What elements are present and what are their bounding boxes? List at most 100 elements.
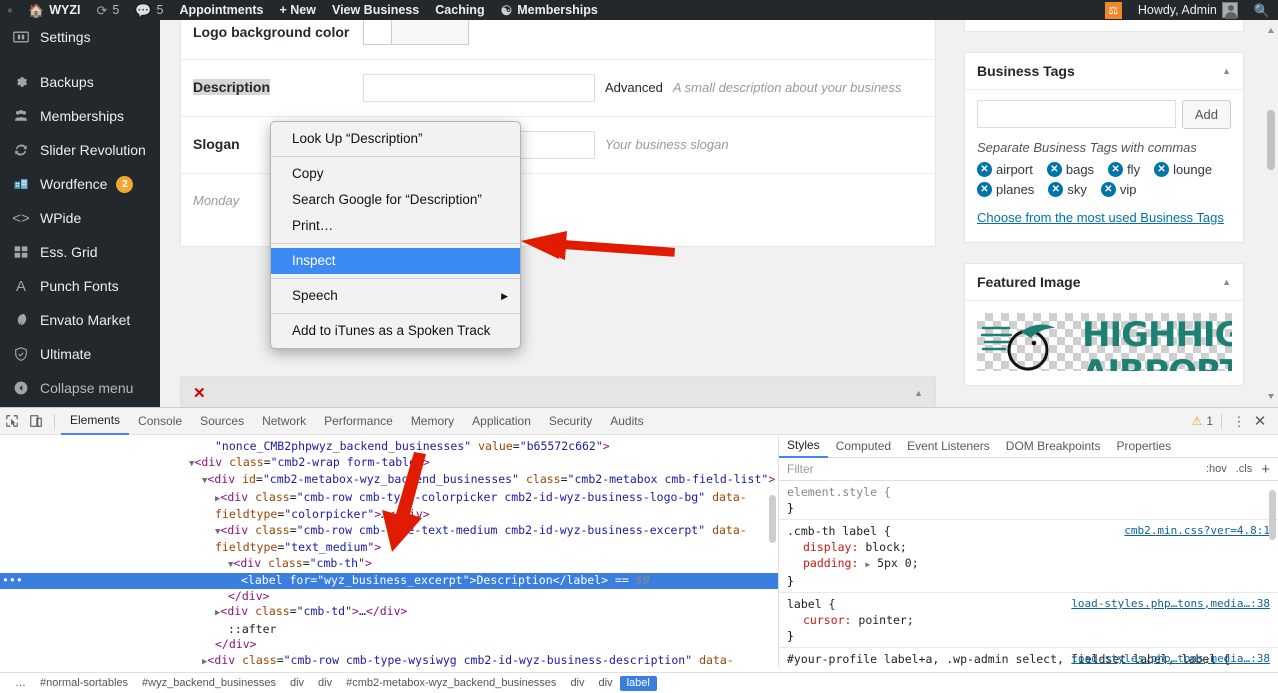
triangle-up-icon[interactable]: ▲ xyxy=(914,388,923,398)
dom-node[interactable]: </div> xyxy=(0,637,778,653)
description-input[interactable] xyxy=(363,74,595,102)
wordpress-logo-icon[interactable] xyxy=(0,0,20,20)
sidebar-item-ess-grid[interactable]: Ess. Grid xyxy=(0,235,160,269)
adminbar-notification-button[interactable]: ⚖ xyxy=(1097,0,1130,20)
add-tag-button[interactable]: Add xyxy=(1181,100,1231,129)
breadcrumb-item[interactable]: #cmb2-metabox-wyz_backend_businesses xyxy=(339,676,563,691)
adminbar-appointments[interactable]: Appointments xyxy=(171,0,271,20)
breadcrumb-item[interactable]: div xyxy=(592,676,620,691)
sidebar-item-collapse-menu[interactable]: Collapse menu xyxy=(0,371,160,405)
context-menu-item-copy[interactable]: Copy xyxy=(271,161,520,187)
dom-node[interactable]: ▶<div class="cmb-row cmb-type-wysiwyg cm… xyxy=(0,653,778,668)
context-menu-item-speech[interactable]: Speech ▶ xyxy=(271,283,520,309)
business-tags-header[interactable]: Business Tags ▲ xyxy=(965,53,1243,90)
sidebar-item-memberships[interactable]: Memberships xyxy=(0,99,160,133)
warning-badge[interactable]: ⚠ 1 xyxy=(1192,414,1213,428)
page-scrollbar[interactable] xyxy=(1264,20,1278,407)
adminbar-memberships[interactable]: ☯ Memberships xyxy=(493,0,606,20)
sidebar-item-punch-fonts[interactable]: A Punch Fonts xyxy=(0,269,160,303)
inspect-element-icon[interactable] xyxy=(0,408,24,435)
dom-pane-scrollbar[interactable] xyxy=(769,495,776,543)
adminbar-new[interactable]: + New xyxy=(271,0,323,20)
context-menu-item-look-up[interactable]: Look Up “Description” xyxy=(271,126,520,152)
remove-tag-icon[interactable]: ✕ xyxy=(977,182,992,197)
remove-tag-icon[interactable]: ✕ xyxy=(977,162,992,177)
css-declaration[interactable]: cursor: pointer; xyxy=(787,612,1270,628)
breadcrumb-item[interactable]: div xyxy=(283,676,311,691)
context-menu-item-print[interactable]: Print… xyxy=(271,213,520,239)
dom-node[interactable]: ▶<div class="cmb-td">…</div> xyxy=(0,604,778,622)
devtools-tab-audits[interactable]: Audits xyxy=(601,408,652,435)
dom-node[interactable]: ▼<div class="cmb-row cmb-type-text-mediu… xyxy=(0,523,778,541)
breadcrumb-item-active[interactable]: label xyxy=(619,675,657,691)
dom-node[interactable]: "nonce_CMB2phpwyz_backend_businesses" va… xyxy=(0,439,778,455)
featured-image-header[interactable]: Featured Image ▲ xyxy=(965,264,1243,301)
scroll-up-arrow-icon[interactable] xyxy=(1268,28,1274,33)
style-source-link[interactable]: load-styles.php…tons,media…:38 xyxy=(1071,596,1270,612)
devtools-tab-sources[interactable]: Sources xyxy=(191,408,253,435)
dom-node[interactable]: fieldtype="text_medium"> xyxy=(0,540,778,556)
breadcrumb-item[interactable]: #wyz_backend_businesses xyxy=(135,676,283,691)
style-rule[interactable]: element.style {} xyxy=(779,481,1278,520)
dom-node[interactable]: ▼<div id="cmb2-metabox-wyz_backend_busin… xyxy=(0,472,778,490)
css-declaration[interactable]: padding: ▶ 5px 0; xyxy=(787,555,1270,573)
context-menu-item-inspect[interactable]: Inspect xyxy=(271,248,520,274)
scrollbar-thumb[interactable] xyxy=(1267,110,1275,170)
devtools-tab-console[interactable]: Console xyxy=(129,408,191,435)
dom-node[interactable]: ▼<div class="cmb-th"> xyxy=(0,556,778,574)
choose-most-used-tags-link[interactable]: Choose from the most used Business Tags xyxy=(977,209,1231,228)
more-options-icon[interactable]: ⋮ xyxy=(1230,415,1248,428)
dom-tree-pane[interactable]: "nonce_CMB2phpwyz_backend_businesses" va… xyxy=(0,435,779,667)
devtools-tab-memory[interactable]: Memory xyxy=(402,408,463,435)
style-rule-selector[interactable]: element.style { xyxy=(787,484,1270,500)
adminbar-my-account[interactable]: Howdy, Admin xyxy=(1130,0,1246,20)
remove-tag-icon[interactable]: ✕ xyxy=(1100,182,1116,197)
adminbar-view-business[interactable]: View Business xyxy=(324,0,427,20)
breadcrumb-item[interactable]: div xyxy=(311,676,339,691)
dom-node[interactable]: ▼<div class="cmb2-wrap form-table"> xyxy=(0,455,778,473)
styles-tab-dom-breakpoints[interactable]: DOM Breakpoints xyxy=(998,435,1109,458)
sidebar-item-envato-market[interactable]: Envato Market xyxy=(0,303,160,337)
remove-icon[interactable]: ✕ xyxy=(193,384,206,402)
dom-node[interactable]: fieldtype="colorpicker">…</div> xyxy=(0,507,778,523)
remove-tag-icon[interactable]: ✕ xyxy=(1108,162,1124,177)
style-rule[interactable]: .cmb-th label {cmb2.min.css?ver=4.8:1 dis… xyxy=(779,520,1278,593)
sidebar-item-backups[interactable]: Backups xyxy=(0,65,160,99)
close-icon[interactable]: ✕ xyxy=(1250,412,1270,430)
sidebar-item-wordfence[interactable]: Wordfence 2 xyxy=(0,167,160,201)
styles-tab-properties[interactable]: Properties xyxy=(1108,435,1179,458)
style-source-link[interactable]: cmb2.min.css?ver=4.8:1 xyxy=(1124,523,1270,539)
hov-toggle[interactable]: :hov xyxy=(1206,463,1227,475)
dom-node-selected[interactable]: ••• <label for="wyz_business_excerpt">Des… xyxy=(0,573,778,589)
remove-tag-icon[interactable]: ✕ xyxy=(1046,162,1062,177)
styles-filter-input[interactable]: Filter xyxy=(787,462,814,476)
color-picker-button[interactable] xyxy=(363,20,469,45)
breadcrumb-item[interactable]: #normal-sortables xyxy=(33,676,135,691)
devtools-tab-network[interactable]: Network xyxy=(253,408,315,435)
breadcrumb-item[interactable]: … xyxy=(8,676,33,691)
adminbar-updates[interactable]: ⟳ 5 xyxy=(88,0,127,20)
devtools-tab-application[interactable]: Application xyxy=(463,408,540,435)
remove-tag-icon[interactable]: ✕ xyxy=(1048,182,1064,197)
color-swatch[interactable] xyxy=(363,20,391,45)
adminbar-site-name[interactable]: 🏠 WYZI xyxy=(20,0,88,20)
new-tag-input[interactable] xyxy=(977,100,1176,128)
device-toolbar-icon[interactable] xyxy=(24,408,48,435)
styles-tab-event-listeners[interactable]: Event Listeners xyxy=(899,435,998,458)
remove-tag-icon[interactable]: ✕ xyxy=(1154,162,1170,177)
context-menu-item-add-to-itunes[interactable]: Add to iTunes as a Spoken Track xyxy=(271,318,520,344)
dom-node[interactable]: ::after xyxy=(0,622,778,638)
description-label[interactable]: Description xyxy=(193,79,271,95)
style-rule[interactable]: #your-profile label+a, .wp-admin select,… xyxy=(779,648,1278,667)
new-style-rule-button[interactable]: + xyxy=(1261,462,1270,477)
adminbar-comments[interactable]: 💬 5 xyxy=(127,0,171,20)
devtools-tab-performance[interactable]: Performance xyxy=(315,408,402,435)
dom-node[interactable]: ▶<div class="cmb-row cmb-type-colorpicke… xyxy=(0,490,778,508)
cls-toggle[interactable]: .cls xyxy=(1236,463,1253,475)
featured-image-thumbnail[interactable]: HIGHHIG AIRPORT xyxy=(977,312,1232,371)
sidebar-item-settings[interactable]: Settings xyxy=(0,20,160,54)
context-menu-item-search-google[interactable]: Search Google for “Description” xyxy=(271,187,520,213)
collapsed-metabox[interactable]: ✕ ▲ xyxy=(180,376,936,407)
scroll-down-arrow-icon[interactable] xyxy=(1268,394,1274,399)
breadcrumb-item[interactable]: div xyxy=(563,676,591,691)
